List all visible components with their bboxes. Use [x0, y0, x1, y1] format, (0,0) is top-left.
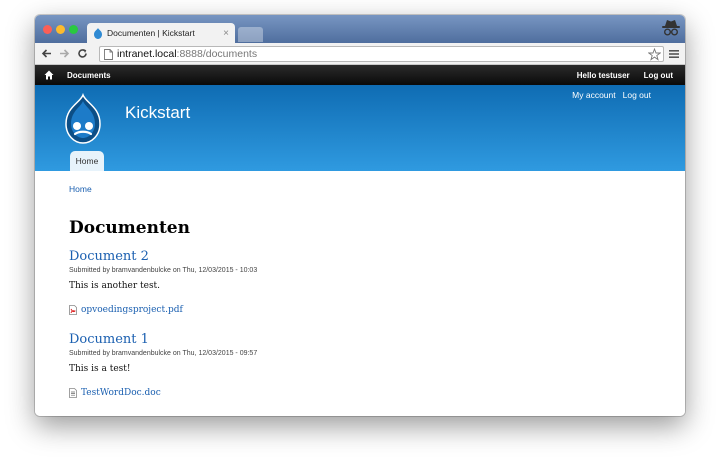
back-icon[interactable] [39, 47, 53, 61]
drupal-favicon-icon [94, 27, 102, 39]
tab-title: Documenten | Kickstart [107, 28, 195, 38]
pdf-file-icon [69, 305, 77, 315]
drupal-logo-icon[interactable] [62, 93, 104, 145]
admin-username: testuser [598, 70, 630, 80]
submitted-info: Submitted by bramvandenbulcke on Thu, 12… [69, 350, 258, 357]
document-title-link[interactable]: Document 2 [69, 249, 149, 264]
header-logout-link[interactable]: Log out [623, 90, 651, 100]
doc-file-icon [69, 388, 77, 398]
reload-icon[interactable] [75, 47, 89, 61]
file-link[interactable]: TestWordDoc.doc [81, 388, 161, 398]
incognito-icon [662, 20, 680, 36]
address-bar[interactable]: intranet.local:8888/documents [99, 46, 664, 62]
menu-icon[interactable] [668, 48, 680, 60]
my-account-link[interactable]: My account [572, 90, 615, 100]
star-icon[interactable] [648, 48, 661, 61]
new-tab-button[interactable] [238, 27, 263, 42]
browser-toolbar: intranet.local:8888/documents [35, 43, 685, 65]
tab-home[interactable]: Home [70, 151, 104, 171]
maximize-window-button[interactable] [69, 25, 78, 34]
admin-hello[interactable]: Hello testuser [577, 71, 630, 80]
site-name[interactable]: Kickstart [125, 103, 190, 123]
document-body: This is another test. [69, 281, 161, 291]
url-host: intranet.local [117, 48, 177, 60]
site-header: Kickstart My account Log out Home [35, 85, 685, 171]
minimize-window-button[interactable] [56, 25, 65, 34]
home-icon[interactable] [44, 70, 54, 80]
page-title: Documenten [69, 218, 190, 238]
file-attachment[interactable]: opvoedingsproject.pdf [69, 305, 183, 315]
document-title-link[interactable]: Document 1 [69, 332, 149, 347]
document-body: This is a test! [69, 364, 131, 374]
admin-logout-link[interactable]: Log out [644, 71, 673, 80]
title-bar: Documenten | Kickstart × [35, 15, 685, 43]
url-path: :8888/documents [176, 48, 258, 60]
hello-prefix: Hello [576, 70, 599, 80]
url-text: intranet.local:8888/documents [117, 48, 257, 60]
browser-tab[interactable]: Documenten | Kickstart × [87, 23, 235, 43]
file-link[interactable]: opvoedingsproject.pdf [81, 305, 183, 315]
admin-user-menu: Hello testuser Log out [577, 65, 673, 85]
page-icon [104, 48, 113, 60]
close-window-button[interactable] [43, 25, 52, 34]
browser-window: Documenten | Kickstart × intranet.local:… [35, 15, 685, 416]
file-attachment[interactable]: TestWordDoc.doc [69, 388, 161, 398]
secondary-menu: My account Log out [572, 90, 651, 100]
admin-documents-link[interactable]: Documents [67, 71, 111, 80]
tab-close-icon[interactable]: × [223, 28, 229, 39]
breadcrumb[interactable]: Home [69, 184, 92, 194]
forward-icon[interactable] [57, 47, 71, 61]
main-content: Home Documenten Document 2 Submitted by … [35, 171, 685, 416]
submitted-info: Submitted by bramvandenbulcke on Thu, 12… [69, 267, 258, 274]
admin-toolbar: Documents Hello testuser Log out [35, 65, 685, 85]
